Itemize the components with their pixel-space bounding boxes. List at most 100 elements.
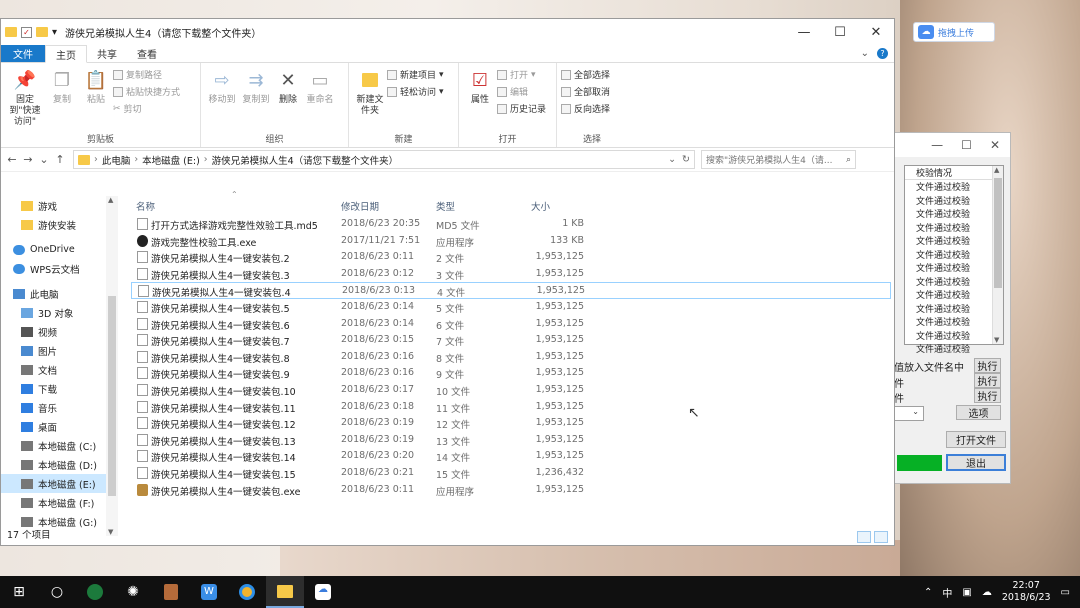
file-row[interactable]: 打开方式选择游戏完整性效验工具.md5 2018/6/23 20:35 MD5 文件… — [131, 216, 891, 233]
check-result-item[interactable]: 文件通过校验 — [905, 207, 1003, 221]
new-folder-quick-icon[interactable] — [36, 27, 48, 37]
search-box[interactable]: 搜索"游侠兄弟模拟人生4（请... ⌕ — [701, 150, 856, 169]
help-icon[interactable]: ? — [877, 48, 888, 59]
app-pinwheel-icon[interactable]: ✺ — [114, 576, 152, 608]
check-result-item[interactable]: 文件通过校验 — [905, 288, 1003, 302]
maximize-button[interactable]: ☐ — [822, 25, 858, 40]
file-row[interactable]: 游侠兄弟模拟人生4一键安装包.9 2018/6/23 0:16 9 文件 1,953,… — [131, 365, 891, 382]
copy-button[interactable]: ❐ 复制 — [45, 67, 79, 106]
ime-indicator[interactable]: 中 — [942, 585, 952, 600]
address-dropdown-icon[interactable]: ⌄ — [668, 154, 676, 165]
file-row[interactable]: 游侠兄弟模拟人生4一键安装包.12 2018/6/23 0:19 12 文件 1,95… — [131, 415, 891, 432]
open-button[interactable]: 打开 ▾ — [497, 68, 546, 81]
check-list-scrollbar[interactable]: ▲ ▼ — [992, 166, 1003, 344]
sidebar-item[interactable]: WPS云文档 — [1, 259, 118, 278]
scroll-down-icon[interactable]: ▼ — [108, 528, 113, 536]
sidebar-item[interactable]: 本地磁盘 (C:) — [1, 436, 118, 455]
sidebar-item[interactable]: 本地磁盘 (D:) — [1, 455, 118, 474]
file-explorer-icon[interactable] — [266, 576, 304, 608]
sidebar-item[interactable]: 此电脑 — [1, 284, 118, 303]
file-row[interactable]: 游侠兄弟模拟人生4一键安装包.5 2018/6/23 0:14 5 文件 1,953,… — [131, 299, 891, 316]
invert-selection-button[interactable]: 反向选择 — [561, 102, 610, 115]
select-all-button[interactable]: 全部选择 — [561, 68, 610, 81]
column-size[interactable]: 大小 — [531, 199, 550, 213]
properties-quick-icon[interactable]: ✓ — [21, 26, 32, 38]
file-row[interactable]: 游侠兄弟模拟人生4一键安装包.10 2018/6/23 0:17 10 文件 1,95… — [131, 382, 891, 399]
check-result-item[interactable]: 文件通过校验 — [905, 234, 1003, 248]
check-result-item[interactable]: 文件通过校验 — [905, 315, 1003, 329]
file-row[interactable]: 游侠兄弟模拟人生4一键安装包.2 2018/6/23 0:11 2 文件 1,953,… — [131, 249, 891, 266]
start-windows-icon[interactable]: ⊞ — [0, 576, 38, 608]
maximize-icon[interactable]: ☐ — [961, 138, 972, 152]
breadcrumb-current-folder[interactable]: 游侠兄弟模拟人生4（请您下载整个文件夹） — [212, 153, 399, 167]
close-button[interactable]: ✕ — [858, 25, 894, 40]
app-game-icon[interactable] — [152, 576, 190, 608]
check-result-item[interactable]: 文件通过校验 — [905, 302, 1003, 316]
sidebar-item[interactable]: 文档 — [1, 360, 118, 379]
sidebar-item[interactable]: 本地磁盘 (F:) — [1, 493, 118, 512]
file-row[interactable]: 游侠兄弟模拟人生4一键安装包.8 2018/6/23 0:16 8 文件 1,953,… — [131, 349, 891, 366]
large-icons-view-icon[interactable] — [874, 531, 888, 543]
pin-quick-access-button[interactable]: 📌 固定到"快速访问" — [5, 67, 45, 128]
column-date[interactable]: 修改日期 — [341, 199, 379, 213]
exit-button[interactable]: 退出 — [946, 454, 1006, 471]
details-view-icon[interactable] — [857, 531, 871, 543]
sidebar-item[interactable]: 游戏 — [1, 196, 118, 215]
mode-dropdown[interactable]: ⌄ — [894, 406, 924, 421]
app-green-icon[interactable] — [76, 576, 114, 608]
tab-home[interactable]: 主页 — [45, 45, 87, 63]
open-file-button[interactable]: 打开文件 — [946, 431, 1006, 448]
tab-file[interactable]: 文件 — [1, 45, 45, 62]
delete-button[interactable]: ✕ 删除 — [273, 67, 303, 106]
paste-button[interactable]: 📋 粘贴 — [79, 67, 113, 106]
check-result-item[interactable]: 文件通过校验 — [905, 275, 1003, 289]
minimize-button[interactable]: — — [786, 25, 822, 40]
minimize-icon[interactable]: — — [931, 138, 943, 152]
cloud-app-icon[interactable]: ☁ — [304, 576, 342, 608]
easy-access-button[interactable]: 轻松访问 ▾ — [387, 85, 444, 98]
rename-button[interactable]: ▭ 重命名 — [303, 67, 337, 106]
clock[interactable]: 22:07 2018/6/23 — [1002, 580, 1051, 604]
file-row[interactable]: 游戏完整性校验工具.exe 2017/11/21 7:51 应用程序 133 KB — [131, 233, 891, 250]
file-row[interactable]: 游侠兄弟模拟人生4一键安装包.13 2018/6/23 0:19 13 文件 1,95… — [131, 432, 891, 449]
check-result-item[interactable]: 文件通过校验 — [905, 180, 1003, 194]
sidebar-item[interactable]: 3D 对象 — [1, 303, 118, 322]
sidebar-item[interactable]: 视频 — [1, 322, 118, 341]
edit-button[interactable]: 编辑 — [497, 85, 546, 98]
cortana-search-icon[interactable]: ○ — [38, 576, 76, 608]
sidebar-item[interactable]: 音乐 — [1, 398, 118, 417]
column-type[interactable]: 类型 — [436, 199, 455, 213]
customize-toolbar-icon[interactable]: ▾ — [52, 27, 57, 38]
scrollbar-thumb[interactable] — [994, 178, 1002, 288]
select-none-button[interactable]: 全部取消 — [561, 85, 610, 98]
file-row[interactable]: 游侠兄弟模拟人生4一键安装包.4 2018/6/23 0:13 4 文件 1,953,… — [131, 282, 891, 299]
scroll-up-icon[interactable]: ▲ — [108, 196, 113, 204]
refresh-icon[interactable]: ↻ — [682, 154, 690, 165]
move-to-button[interactable]: ⇨ 移动到 — [205, 67, 239, 106]
check-result-item[interactable]: 文件通过校验 — [905, 329, 1003, 343]
tray-app-icon[interactable]: ▣ — [962, 587, 971, 598]
run-button-3[interactable]: 执行 — [974, 388, 1001, 403]
new-folder-button[interactable]: 新建文件夹 — [353, 67, 387, 117]
scrollbar-thumb[interactable] — [108, 296, 116, 496]
scroll-down-icon[interactable]: ▼ — [994, 336, 999, 344]
check-result-item[interactable]: 文件通过校验 — [905, 261, 1003, 275]
file-row[interactable]: 游侠兄弟模拟人生4一键安装包.exe 2018/6/23 0:11 应用程序 1,95… — [131, 482, 891, 499]
breadcrumb-this-pc[interactable]: 此电脑 — [102, 153, 131, 167]
properties-button[interactable]: ☑ 属性 — [463, 67, 497, 106]
wps-writer-icon[interactable]: W — [190, 576, 228, 608]
expand-ribbon-icon[interactable]: ⌄ — [861, 48, 869, 59]
show-hidden-icons-icon[interactable]: ⌃ — [924, 587, 932, 598]
forward-icon[interactable]: → — [21, 153, 35, 166]
file-row[interactable]: 游侠兄弟模拟人生4一键安装包.14 2018/6/23 0:20 14 文件 1,95… — [131, 448, 891, 465]
file-row[interactable]: 游侠兄弟模拟人生4一键安装包.6 2018/6/23 0:14 6 文件 1,953,… — [131, 316, 891, 333]
close-icon[interactable]: ✕ — [990, 138, 1000, 152]
history-button[interactable]: 历史记录 — [497, 102, 546, 115]
check-result-item[interactable]: 文件通过校验 — [905, 194, 1003, 208]
copy-path-button[interactable]: 复制路径 — [113, 68, 180, 81]
tray-cloud-icon[interactable]: ☁ — [982, 587, 992, 598]
tab-share[interactable]: 共享 — [87, 45, 127, 62]
check-result-list[interactable]: 校验情况 文件通过校验 文件通过校验 文件通过校验 文件通过校验 文件通过校验 文件通过校… — [904, 165, 1004, 355]
column-name[interactable]: 名称 — [136, 199, 155, 213]
sidebar-item[interactable]: OneDrive — [1, 240, 118, 259]
